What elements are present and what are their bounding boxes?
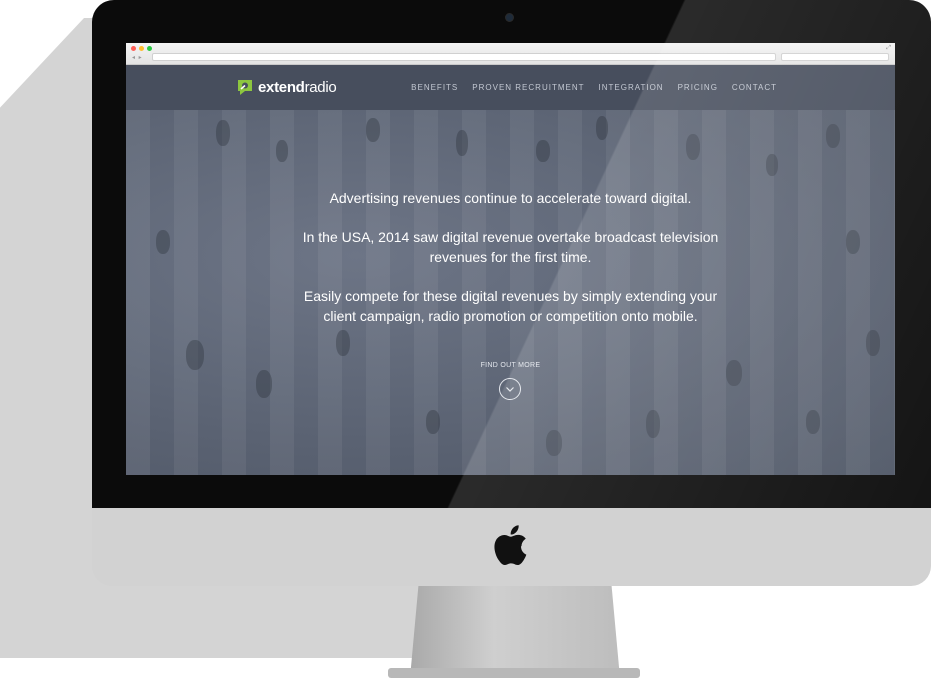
apple-logo-icon: [494, 525, 527, 566]
hero-paragraph-2-line-1: In the USA, 2014 saw digital revenue ove…: [302, 229, 719, 245]
fullscreen-icon[interactable]: ⤢: [886, 45, 891, 52]
window-controls: [131, 46, 152, 51]
main-nav: BENEFITS PROVEN RECRUITMENT INTEGRATION …: [411, 83, 777, 92]
browser-search-input[interactable]: [781, 53, 889, 61]
speech-bubble-logo-icon: [238, 80, 252, 95]
find-out-more-link[interactable]: FIND OUT MORE: [126, 362, 895, 369]
minimize-window-button[interactable]: [139, 46, 144, 51]
address-bar[interactable]: [152, 53, 776, 61]
screen: ◂ ▸ ⤢ extendradio BENEFITS PROVEN RECRUI…: [126, 43, 895, 475]
hero-paragraph-3-line-2: client campaign, radio promotion or comp…: [323, 308, 698, 324]
site-logo[interactable]: extendradio: [236, 78, 337, 96]
site-header: extendradio BENEFITS PROVEN RECRUITMENT …: [126, 65, 895, 110]
chevron-down-icon: [506, 387, 514, 392]
nav-contact[interactable]: CONTACT: [732, 83, 777, 92]
monitor-stand: [410, 586, 620, 678]
close-window-button[interactable]: [131, 46, 136, 51]
nav-proven-recruitment[interactable]: PROVEN RECRUITMENT: [472, 83, 584, 92]
scroll-down-button[interactable]: [499, 378, 521, 400]
hero-headline: Advertising revenues continue to acceler…: [329, 190, 692, 206]
nav-pricing[interactable]: PRICING: [678, 83, 718, 92]
monitor-stand-base: [388, 668, 640, 678]
webcam: [506, 14, 513, 21]
nav-benefits[interactable]: BENEFITS: [411, 83, 458, 92]
back-forward-icon[interactable]: ◂ ▸: [132, 54, 143, 61]
hero-paragraph-2-line-2: revenues for the first time.: [429, 249, 592, 265]
hero-section: Advertising revenues continue to acceler…: [126, 110, 895, 475]
nav-integration[interactable]: INTEGRATION: [599, 83, 664, 92]
maximize-window-button[interactable]: [147, 46, 152, 51]
browser-toolbar: ◂ ▸ ⤢: [126, 43, 895, 65]
hero-paragraph-3-line-1: Easily compete for these digital revenue…: [303, 288, 718, 304]
logo-text: extendradio: [258, 78, 337, 96]
